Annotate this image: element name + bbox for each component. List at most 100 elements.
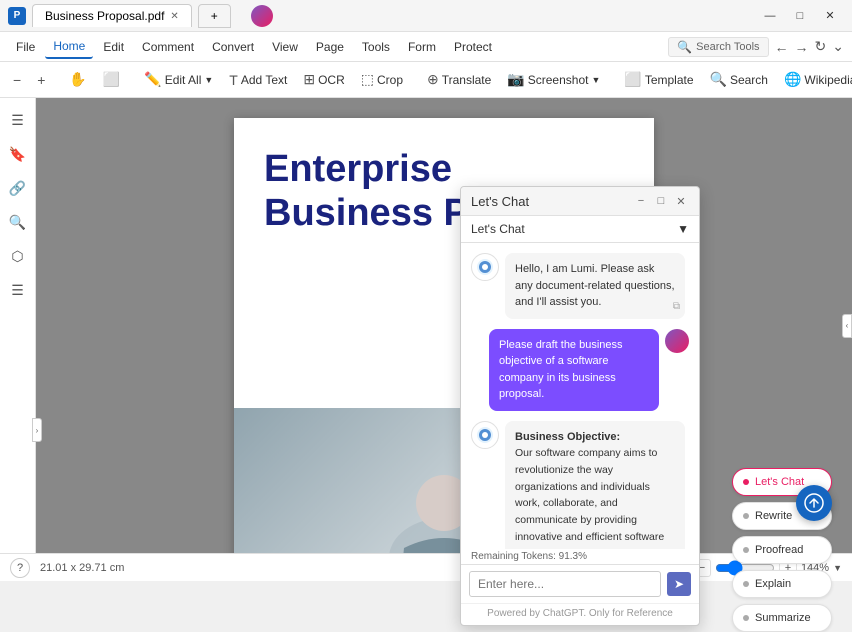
main-area: ☰ 🔖 🔗 🔍 ⬡ ☰ › Enterprise Business Pro: [0, 98, 852, 553]
add-text-button[interactable]: T Add Text: [222, 69, 294, 91]
action-lets-chat-label: Let's Chat: [755, 476, 804, 488]
toolbar-down-icon[interactable]: ⌄: [832, 38, 844, 55]
edit-all-arrow: ▼: [204, 75, 213, 85]
chat-bot-greeting: Hello, I am Lumi. Please ask any documen…: [471, 253, 689, 319]
menu-convert[interactable]: Convert: [204, 36, 262, 58]
pdf-right-arrow[interactable]: ‹: [842, 314, 852, 338]
title-bar-left: P Business Proposal.pdf ✕ +: [8, 4, 231, 28]
ai-fab-button[interactable]: [796, 485, 832, 521]
copy-icon[interactable]: ⧉: [673, 299, 680, 314]
minimize-icon: —: [765, 10, 776, 22]
chat-input-field[interactable]: [469, 571, 661, 597]
wikipedia-button[interactable]: 🌐 Wikipedia: [777, 68, 852, 91]
action-summarize-button[interactable]: Summarize: [732, 604, 832, 632]
zoom-out-icon: −: [13, 72, 21, 88]
menu-form[interactable]: Form: [400, 36, 444, 58]
screenshot-button[interactable]: 📷 Screenshot ▼: [500, 68, 607, 91]
sidebar-icon-menu[interactable]: ☰: [4, 106, 32, 134]
add-text-icon: T: [229, 72, 238, 88]
page-dimensions: 21.01 x 29.71 cm: [40, 562, 124, 574]
chat-selector[interactable]: Let's Chat ▼: [461, 216, 699, 243]
chat-selector-arrow: ▼: [677, 222, 689, 236]
close-button[interactable]: ✕: [816, 6, 844, 26]
action-proofread-label: Proofread: [755, 544, 803, 556]
left-sidebar: ☰ 🔖 🔗 🔍 ⬡ ☰: [0, 98, 36, 553]
search-tools-label: Search Tools: [696, 41, 759, 53]
sidebar-icon-search[interactable]: 🔍: [4, 208, 32, 236]
chat-minimize-button[interactable]: −: [633, 193, 649, 209]
action-proofread-button[interactable]: Proofread: [732, 536, 832, 564]
menu-edit[interactable]: Edit: [95, 36, 132, 58]
sidebar-expand-arrow[interactable]: ›: [32, 418, 42, 442]
action-explain-label: Explain: [755, 578, 791, 590]
action-explain-button[interactable]: Explain: [732, 570, 832, 598]
minimize-button[interactable]: —: [756, 6, 784, 26]
edit-all-button[interactable]: ✏️ Edit All ▼: [137, 68, 220, 91]
zoom-in-icon: +: [37, 72, 45, 88]
chat-tokens: Remaining Tokens: 91.3%: [461, 549, 699, 564]
menu-page[interactable]: Page: [308, 36, 352, 58]
menu-view[interactable]: View: [264, 36, 306, 58]
chat-panel: Let's Chat − □ ✕ Let's Chat ▼: [460, 186, 700, 626]
title-bar: P Business Proposal.pdf ✕ + — □ ✕: [0, 0, 852, 32]
translate-button[interactable]: ⊕ Translate: [420, 68, 498, 91]
chat-header-controls: − □ ✕: [633, 193, 689, 209]
edit-all-icon: ✏️: [144, 71, 161, 88]
maximize-icon: □: [797, 10, 804, 22]
chat-selector-value: Let's Chat: [471, 222, 525, 236]
chat-panel-title: Let's Chat: [471, 194, 529, 209]
screenshot-arrow: ▼: [591, 75, 600, 85]
template-button[interactable]: ⬜ Template: [617, 68, 700, 91]
hand-tool-button[interactable]: ✋: [62, 68, 93, 91]
search-label: Search: [730, 73, 768, 87]
sidebar-icon-bookmark[interactable]: 🔖: [4, 140, 32, 168]
new-tab-button[interactable]: +: [198, 4, 231, 28]
ocr-label: OCR: [318, 73, 345, 87]
menu-tools[interactable]: Tools: [354, 36, 398, 58]
chat-footer: Powered by ChatGPT. Only for Reference: [461, 603, 699, 625]
bot-greeting-text: Hello, I am Lumi. Please ask any documen…: [515, 263, 675, 308]
toolbar-sync-icon[interactable]: ↻: [815, 38, 827, 55]
chat-bot-response: Business Objective: Our software company…: [471, 421, 689, 550]
bot-response-bubble: Business Objective: Our software company…: [505, 421, 685, 550]
chat-send-button[interactable]: ➤: [667, 572, 691, 596]
new-tab-icon: +: [211, 9, 218, 23]
menu-home[interactable]: Home: [45, 35, 93, 59]
sidebar-icon-comment[interactable]: ☰: [4, 276, 32, 304]
window-controls: — □ ✕: [756, 6, 844, 26]
zoom-in-button[interactable]: +: [30, 69, 52, 91]
chat-input-area: ➤: [461, 564, 699, 603]
app-tab[interactable]: Business Proposal.pdf ✕: [32, 4, 192, 27]
ai-fab-icon: [803, 492, 825, 514]
menu-protect[interactable]: Protect: [446, 36, 500, 58]
action-rewrite-label: Rewrite: [755, 510, 792, 522]
inactive-dot-2: [743, 547, 749, 553]
crop-icon: ⬚: [361, 71, 374, 88]
select-tool-button[interactable]: ⬜: [96, 68, 127, 91]
sidebar-icon-layer[interactable]: ⬡: [4, 242, 32, 270]
zoom-out-button[interactable]: −: [6, 69, 28, 91]
crop-button[interactable]: ⬚ Crop: [354, 68, 410, 91]
user-avatar-chat: [665, 329, 689, 353]
active-dot: [743, 479, 749, 485]
chat-header: Let's Chat − □ ✕: [461, 187, 699, 216]
ocr-button[interactable]: ⊞ OCR: [296, 68, 351, 91]
toolbar-forward-icon[interactable]: →: [795, 39, 809, 55]
crop-label: Crop: [377, 73, 403, 87]
search-tools-bar[interactable]: 🔍 Search Tools: [668, 37, 768, 57]
tab-close-button[interactable]: ✕: [170, 11, 178, 22]
screenshot-label: Screenshot: [528, 73, 589, 87]
toolbar-back-icon[interactable]: ←: [775, 39, 789, 55]
chat-close-button[interactable]: ✕: [673, 193, 689, 209]
help-button[interactable]: ?: [10, 558, 30, 578]
template-icon: ⬜: [624, 71, 641, 88]
title-bar-center: [251, 5, 756, 27]
menu-comment[interactable]: Comment: [134, 36, 202, 58]
translate-label: Translate: [442, 73, 492, 87]
menu-file[interactable]: File: [8, 36, 43, 58]
sidebar-icon-link[interactable]: 🔗: [4, 174, 32, 202]
maximize-button[interactable]: □: [786, 6, 814, 26]
zoom-level-arrow[interactable]: ▼: [833, 563, 842, 573]
chat-maximize-button[interactable]: □: [653, 193, 669, 209]
search-button[interactable]: 🔍 Search: [703, 68, 775, 91]
